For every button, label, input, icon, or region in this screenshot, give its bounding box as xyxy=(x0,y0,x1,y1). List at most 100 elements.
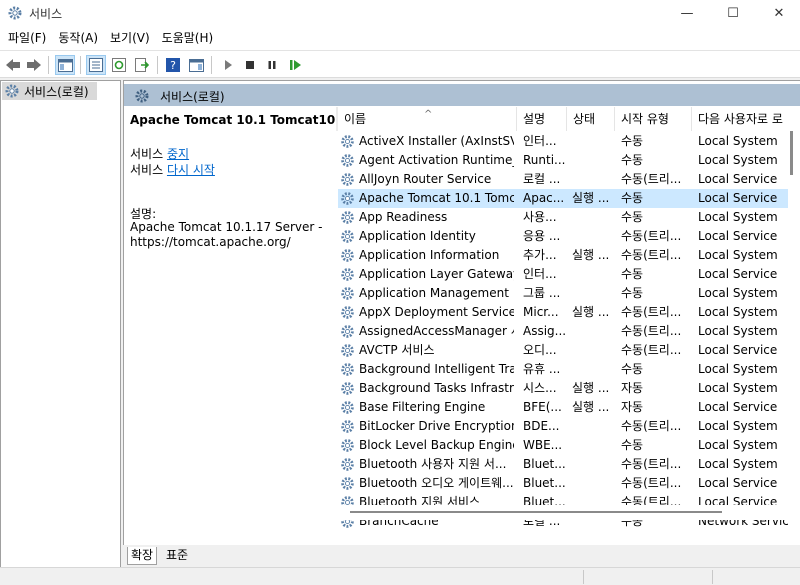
stop-service-button[interactable] xyxy=(240,55,260,75)
cell-logon-as: Local System xyxy=(698,362,778,376)
pause-service-button[interactable] xyxy=(262,55,282,75)
properties-button[interactable] xyxy=(86,55,106,75)
column-header-logon-as[interactable]: 다음 사용자로 로 xyxy=(692,107,800,131)
toolbar-separator xyxy=(211,56,212,74)
cell-status xyxy=(572,322,616,341)
content-header-title: 서비스(로컬) xyxy=(160,90,225,104)
table-row[interactable]: ActiveX Installer (AxInstSV) 인터... 수동 Local… xyxy=(338,132,788,151)
column-header-status[interactable]: 상태 xyxy=(567,107,615,131)
table-row[interactable]: Bluetooth 오디오 게이트웨... Bluet... 수동(트리... Loc… xyxy=(338,474,788,493)
vertical-scrollbar-thumb[interactable] xyxy=(790,131,793,175)
refresh-button[interactable] xyxy=(109,55,129,75)
properties-icon xyxy=(89,58,103,72)
table-row[interactable]: AllJoyn Router Service 로컬 ... 수동(트리... Loca… xyxy=(338,170,788,189)
cell-name: Background Tasks Infrastru... xyxy=(359,381,514,395)
export-list-button[interactable] xyxy=(132,55,152,75)
services-list: ^ 이름 설명 상태 시작 유형 다음 사용자로 로 ActiveX Insta… xyxy=(336,107,800,546)
tab-standard[interactable]: 표준 xyxy=(163,547,191,565)
cell-description: 인터... xyxy=(523,134,557,148)
table-row[interactable]: Base Filtering Engine BFE(... 실행 ... 자동 Loca… xyxy=(338,398,788,417)
table-row[interactable]: Background Tasks Infrastru... 시스... 실행 ...… xyxy=(338,379,788,398)
service-gear-icon xyxy=(341,439,354,452)
table-row[interactable]: Apache Tomcat 10.1 Tomc... Apac... 실행 ... 수… xyxy=(338,189,788,208)
cell-status xyxy=(572,341,616,360)
cell-status xyxy=(572,417,616,436)
service-gear-icon xyxy=(341,192,354,205)
resume-service-button[interactable] xyxy=(285,55,305,75)
table-row[interactable]: Application Layer Gateway ... 인터... 수동 Loca… xyxy=(338,265,788,284)
table-row[interactable]: AssignedAccessManager 서... Assig... 수동(트리.… xyxy=(338,322,788,341)
table-row[interactable]: Application Management 그룹 ... 수동 Local Syst… xyxy=(338,284,788,303)
cell-description: Micr... xyxy=(523,305,559,319)
cell-startup-type: 수동 xyxy=(621,362,644,376)
close-icon: ✕ xyxy=(773,5,785,21)
horizontal-scrollbar-thumb[interactable] xyxy=(350,511,722,513)
show-hide-console-tree-button[interactable] xyxy=(55,55,75,75)
column-header-description[interactable]: 설명 xyxy=(517,107,567,131)
service-description-pane: Apache Tomcat 10.1 Tomcat10 서비스 중지 서비스 다… xyxy=(124,107,336,547)
start-service-button[interactable] xyxy=(218,55,238,75)
table-row[interactable]: BitLocker Drive Encryption ... BDE... 수동(트… xyxy=(338,417,788,436)
help-button[interactable]: ? xyxy=(163,55,183,75)
cell-logon-as: Local System xyxy=(698,134,778,148)
cell-logon-as: Local Service xyxy=(698,400,778,414)
table-row[interactable]: Background Intelligent Tra... 유휴 ... 수동 Loc… xyxy=(338,360,788,379)
cell-status: 실행 ... xyxy=(572,381,610,395)
title-bar: 서비스 — ☐ ✕ xyxy=(0,0,800,26)
table-row[interactable]: App Readiness 사용... 수동 Local System xyxy=(338,208,788,227)
cell-status xyxy=(572,455,616,474)
column-header-name[interactable]: ^ 이름 xyxy=(338,107,517,131)
table-row[interactable]: Application Identity 응용 ... 수동(트리... Local … xyxy=(338,227,788,246)
cell-status xyxy=(572,265,616,284)
menu-view[interactable]: 보기(V) xyxy=(104,26,156,50)
service-gear-icon xyxy=(341,154,354,167)
cell-startup-type: 자동 xyxy=(621,381,644,395)
menu-help[interactable]: 도움말(H) xyxy=(156,26,220,50)
pause-icon xyxy=(268,61,276,69)
cell-name: Application Identity xyxy=(359,229,476,243)
table-row[interactable]: Agent Activation Runtime_... Runti... 수동 Lo… xyxy=(338,151,788,170)
svg-text:?: ? xyxy=(170,59,176,72)
toolbar-separator xyxy=(157,56,158,74)
forward-button[interactable] xyxy=(24,55,44,75)
services-gear-icon xyxy=(5,84,19,98)
tab-extended[interactable]: 확장 xyxy=(127,547,158,565)
cell-logon-as: Local Service xyxy=(698,343,778,357)
service-gear-icon xyxy=(341,458,354,471)
minimize-button[interactable]: — xyxy=(664,0,710,26)
show-action-pane-button[interactable] xyxy=(186,55,206,75)
maximize-button[interactable]: ☐ xyxy=(710,0,756,26)
column-header-startup-type[interactable]: 시작 유형 xyxy=(615,107,692,131)
service-gear-icon xyxy=(341,363,354,376)
menu-file[interactable]: 파일(F) xyxy=(2,26,52,50)
table-row[interactable]: Bluetooth 사용자 지원 서... Bluet... 수동(트리... Loc… xyxy=(338,455,788,474)
cell-status: 실행 ... xyxy=(572,400,610,414)
cell-description: 오디... xyxy=(523,343,557,357)
cell-logon-as: Local System xyxy=(698,210,778,224)
cell-startup-type: 수동(트리... xyxy=(621,172,682,186)
cell-name: ActiveX Installer (AxInstSV) xyxy=(359,134,514,148)
cell-name: AllJoyn Router Service xyxy=(359,172,492,186)
cell-description: 유휴 ... xyxy=(523,362,561,376)
back-button[interactable] xyxy=(3,55,23,75)
table-row[interactable]: Application Information 추가... 실행 ... 수동(트리.… xyxy=(338,246,788,265)
menu-bar: 파일(F) 동작(A) 보기(V) 도움말(H) xyxy=(0,26,800,50)
restart-service-line: 서비스 다시 시작 xyxy=(130,161,215,178)
restart-service-link[interactable]: 다시 시작 xyxy=(167,163,215,177)
table-row[interactable]: Block Level Backup Engine ... WBE... 수동 Loc… xyxy=(338,436,788,455)
horizontal-scrollbar[interactable] xyxy=(336,505,800,520)
cell-startup-type: 수동(트리... xyxy=(621,419,682,433)
stop-service-link[interactable]: 중지 xyxy=(167,147,189,161)
cell-logon-as: Local System xyxy=(698,248,778,262)
cell-startup-type: 수동(트리... xyxy=(621,229,682,243)
cell-name: Application Management xyxy=(359,286,509,300)
cell-logon-as: Local Service xyxy=(698,191,778,205)
status-separator xyxy=(583,570,584,584)
view-tabs: 확장 표준 xyxy=(123,545,800,565)
tree-item-services-local[interactable]: 서비스(로컬) xyxy=(2,82,97,100)
cell-name: Base Filtering Engine xyxy=(359,400,486,414)
table-row[interactable]: AppX Deployment Service ... Micr... 실행 ...… xyxy=(338,303,788,322)
table-row[interactable]: AVCTP 서비스 오디... 수동(트리... Local Service xyxy=(338,341,788,360)
close-button[interactable]: ✕ xyxy=(756,0,800,26)
menu-action[interactable]: 동작(A) xyxy=(52,26,104,50)
